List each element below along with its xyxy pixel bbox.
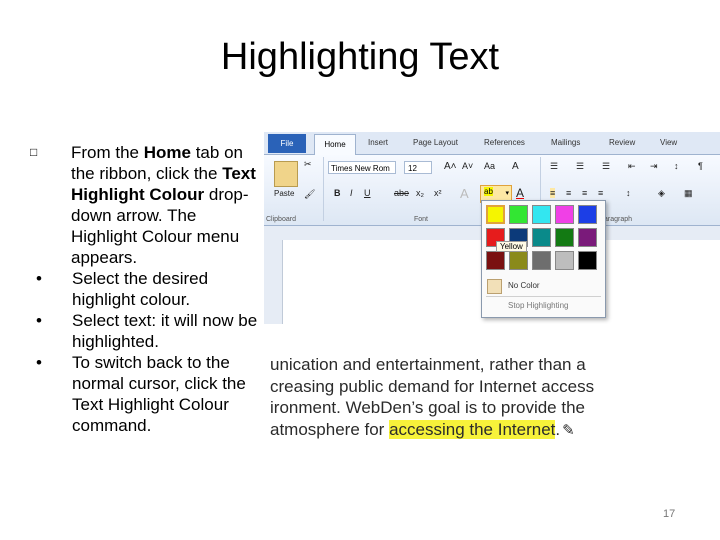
paste-button[interactable]: Paste <box>274 189 294 198</box>
colour-swatch[interactable] <box>532 205 551 224</box>
highlighter-cursor-icon: ✎ <box>562 421 575 439</box>
strikethrough-button[interactable]: abe <box>394 188 409 198</box>
shrink-font-icon[interactable]: A˅ <box>462 161 473 171</box>
square-bullet-icon: □ <box>30 145 38 159</box>
superscript-button[interactable]: x² <box>434 188 442 198</box>
group-paragraph: aragraph <box>604 216 633 223</box>
colour-swatch[interactable] <box>486 205 505 224</box>
highlighted-text: accessing the Internet <box>389 419 556 439</box>
align-right-icon[interactable]: ≡ <box>582 188 587 198</box>
group-font: Font <box>414 216 429 223</box>
doc-line: creasing public demand for Internet acce… <box>270 376 595 396</box>
clear-format-icon[interactable]: A <box>512 161 519 172</box>
subscript-button[interactable]: x₂ <box>416 188 424 198</box>
no-color-icon <box>487 279 502 294</box>
grow-font-icon[interactable]: A˄ <box>444 161 457 172</box>
tab-insert[interactable]: Insert <box>368 138 388 147</box>
increase-indent-icon[interactable]: ⇥ <box>650 161 658 172</box>
tab-view[interactable]: View <box>660 138 677 147</box>
font-color-icon[interactable]: A <box>516 186 524 200</box>
shading-icon[interactable]: ◈ <box>658 188 665 199</box>
word-ribbon-screenshot: File Home Insert Page Layout References … <box>264 132 720 324</box>
underline-button[interactable]: U <box>364 188 371 198</box>
stop-highlighting-option[interactable]: Stop Highlighting <box>508 301 568 310</box>
tab-home[interactable]: Home <box>314 134 356 155</box>
tab-page-layout[interactable]: Page Layout <box>413 138 458 147</box>
italic-button[interactable]: I <box>350 188 353 198</box>
bullets-icon[interactable]: ☰ <box>550 161 558 172</box>
text-effects-icon[interactable]: A <box>460 186 469 201</box>
line-spacing-icon[interactable]: ↕ <box>626 188 631 198</box>
colour-swatch[interactable] <box>555 205 574 224</box>
bullet-item: • Select text: it will now be highlighted… <box>36 311 258 351</box>
colour-swatch[interactable] <box>578 205 597 224</box>
colour-swatch[interactable] <box>509 205 528 224</box>
tab-references[interactable]: References <box>484 138 525 147</box>
colour-swatch[interactable] <box>486 251 505 270</box>
highlight-colour-palette: Yellow No Color Stop Highlighting <box>481 200 606 318</box>
tab-review[interactable]: Review <box>609 138 635 147</box>
align-left-icon[interactable]: ≡ <box>550 188 556 198</box>
slide-title: Highlighting Text <box>220 36 500 78</box>
colour-swatch[interactable] <box>532 251 551 270</box>
colour-swatch[interactable] <box>509 251 528 270</box>
ribbon-tabs: File Home Insert Page Layout References … <box>264 132 720 155</box>
chevron-down-icon[interactable]: ▾ <box>505 189 509 197</box>
bullet-item: • Select the desired highlight colour. <box>36 269 209 309</box>
font-size-box[interactable]: 12 <box>404 161 432 174</box>
tab-mailings[interactable]: Mailings <box>551 138 580 147</box>
multilevel-list-icon[interactable]: ☰ <box>602 161 610 172</box>
colour-swatch[interactable] <box>578 228 597 247</box>
page-number: 17 <box>663 508 676 520</box>
paste-icon[interactable] <box>274 161 298 187</box>
highlighter-icon: ab <box>484 187 493 196</box>
bullet-list: □ From the Home tab on the ribbon, click… <box>30 142 262 436</box>
dot-bullet-icon: • <box>36 311 42 330</box>
dot-bullet-icon: • <box>36 353 42 372</box>
colour-swatch[interactable] <box>532 228 551 247</box>
doc-line: ironment. WebDen’s goal is to provide th… <box>270 398 585 417</box>
highlighted-document-excerpt: unication and entertainment, rather than… <box>270 354 720 441</box>
colour-swatch[interactable] <box>555 228 574 247</box>
colour-swatch[interactable] <box>555 251 574 270</box>
bold-button[interactable]: B <box>334 188 341 198</box>
vertical-ruler <box>264 240 283 324</box>
cut-icon[interactable]: ✂ <box>304 159 312 170</box>
dot-bullet-icon: • <box>36 269 42 288</box>
format-painter-icon[interactable]: 🖌 <box>304 189 315 200</box>
change-case-icon[interactable]: Aa <box>484 161 495 171</box>
justify-icon[interactable]: ≡ <box>598 188 603 198</box>
pilcrow-icon[interactable]: ¶ <box>698 161 703 171</box>
no-color-option[interactable]: No Color <box>508 281 540 290</box>
bullet-item: □ From the Home tab on the ribbon, click… <box>30 143 256 267</box>
decrease-indent-icon[interactable]: ⇤ <box>628 161 636 172</box>
borders-icon[interactable]: ▦ <box>684 188 693 199</box>
doc-line: unication and entertainment, rather than… <box>270 355 586 374</box>
yellow-tooltip: Yellow <box>496 241 527 252</box>
bullet-item: • To switch back to the normal cursor, cl… <box>36 353 246 435</box>
colour-swatch[interactable] <box>578 251 597 270</box>
sort-icon[interactable]: ↕ <box>674 161 679 171</box>
align-center-icon[interactable]: ≡ <box>566 188 571 198</box>
doc-line: atmosphere for accessing the Internet. ✎ <box>270 419 575 439</box>
tab-file[interactable]: File <box>268 134 306 153</box>
font-name-box[interactable]: Times New Rom <box>328 161 396 174</box>
group-clipboard: Clipboard <box>266 216 296 223</box>
numbering-icon[interactable]: ☰ <box>576 161 584 172</box>
